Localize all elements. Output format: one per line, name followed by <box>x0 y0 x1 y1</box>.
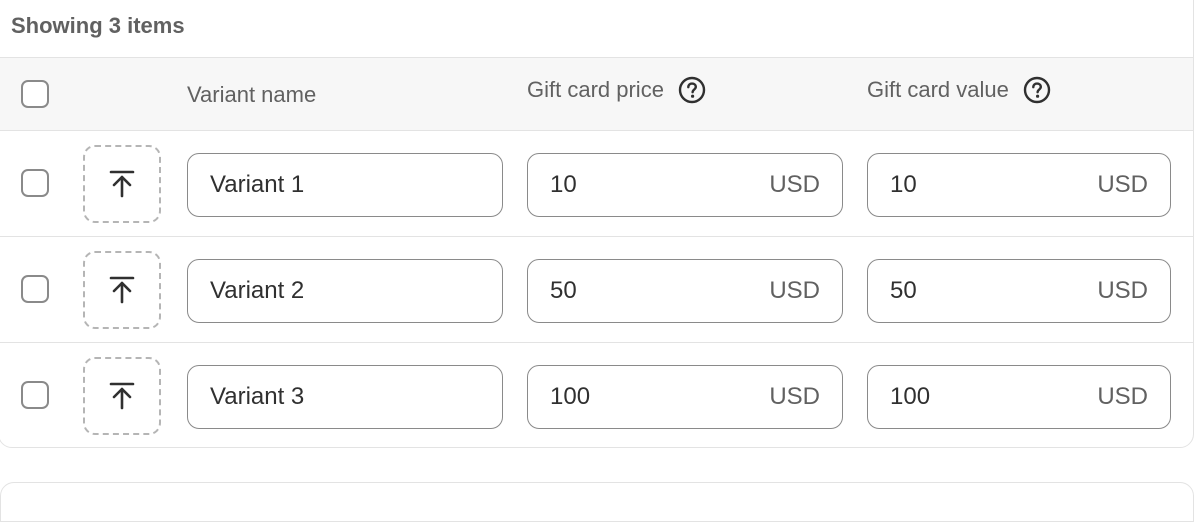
question-circle-icon[interactable] <box>1023 76 1051 104</box>
variants-table-card: Showing 3 items Variant name Gift card p… <box>0 0 1194 448</box>
column-header-variant-name: Variant name <box>187 80 316 110</box>
value-value: 10 <box>890 171 917 198</box>
gift-card-value-input[interactable]: 50 USD <box>867 259 1171 323</box>
next-section-card <box>0 482 1194 522</box>
currency-suffix: USD <box>1097 171 1148 198</box>
currency-suffix: USD <box>1097 383 1148 410</box>
row-checkbox[interactable] <box>21 275 49 303</box>
column-header-gift-card-price: Gift card price <box>527 75 706 105</box>
variant-name-value: Variant 1 <box>210 171 305 198</box>
row-checkbox[interactable] <box>21 381 49 409</box>
question-circle-icon[interactable] <box>678 76 706 104</box>
value-value: 50 <box>890 277 917 304</box>
currency-suffix: USD <box>769 383 820 410</box>
price-value: 50 <box>550 277 577 304</box>
upload-arrow-icon <box>109 382 135 410</box>
variant-name-input[interactable]: Variant 2 <box>187 259 503 323</box>
image-upload-button[interactable] <box>83 251 161 329</box>
gift-card-price-input[interactable]: 50 USD <box>527 259 843 323</box>
currency-suffix: USD <box>769 171 820 198</box>
gift-card-price-input[interactable]: 100 USD <box>527 365 843 429</box>
price-value: 100 <box>550 383 591 410</box>
column-header-gift-card-value: Gift card value <box>867 75 1051 105</box>
variant-name-value: Variant 3 <box>210 383 305 410</box>
variant-name-value: Variant 2 <box>210 277 305 304</box>
currency-suffix: USD <box>769 277 820 304</box>
upload-arrow-icon <box>109 170 135 198</box>
variant-name-input[interactable]: Variant 3 <box>187 365 503 429</box>
upload-arrow-icon <box>109 276 135 304</box>
gift-card-price-input[interactable]: 10 USD <box>527 153 843 217</box>
currency-suffix: USD <box>1097 277 1148 304</box>
image-upload-button[interactable] <box>83 145 161 223</box>
row-checkbox[interactable] <box>21 169 49 197</box>
table-row: Variant 2 50 USD 50 USD <box>0 237 1193 343</box>
table-header: Variant name Gift card price Gift card v… <box>0 57 1193 131</box>
value-value: 100 <box>890 383 931 410</box>
variant-name-input[interactable]: Variant 1 <box>187 153 503 217</box>
table-row: Variant 1 10 USD 10 USD <box>0 131 1193 237</box>
column-header-label: Variant name <box>187 82 317 107</box>
select-all-checkbox[interactable] <box>21 80 49 108</box>
gift-card-value-input[interactable]: 100 USD <box>867 365 1171 429</box>
table-row: Variant 3 100 USD 100 USD <box>0 343 1193 449</box>
image-upload-button[interactable] <box>83 357 161 435</box>
items-count-label: Showing 3 items <box>11 13 185 38</box>
price-value: 10 <box>550 171 577 198</box>
column-header-label: Gift card price <box>527 77 664 102</box>
column-header-label: Gift card value <box>867 77 1009 102</box>
gift-card-value-input[interactable]: 10 USD <box>867 153 1171 217</box>
